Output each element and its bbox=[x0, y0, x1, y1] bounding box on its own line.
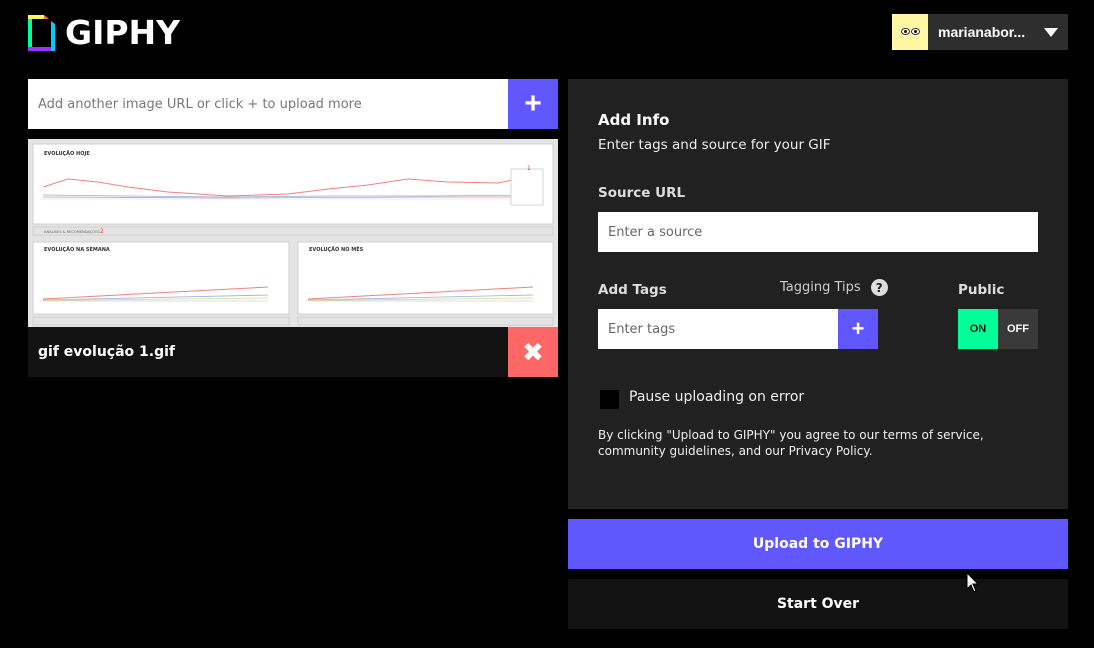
avatar-eye-icon bbox=[911, 28, 920, 35]
public-on-button[interactable]: ON bbox=[958, 309, 998, 349]
add-info-panel: Add Info Enter tags and source for your … bbox=[568, 79, 1068, 509]
pause-uploading-checkbox[interactable] bbox=[600, 390, 619, 409]
username: marianabor... bbox=[938, 24, 1026, 40]
terms-text: By clicking "Upload to GIPHY" you agree … bbox=[598, 428, 984, 458]
public-toggle: ON OFF bbox=[958, 309, 1038, 349]
preview-marker-1: 1 bbox=[527, 165, 531, 172]
help-icon: ? bbox=[870, 279, 888, 296]
pause-uploading-row: Pause uploading on error bbox=[600, 384, 804, 409]
preview-section-label: ANÁLISES & RECOMENDAÇÕES bbox=[44, 229, 100, 234]
add-tags-label: Add Tags bbox=[598, 282, 667, 298]
image-url-input[interactable] bbox=[28, 79, 508, 129]
logo-text: GIPHY bbox=[65, 13, 181, 52]
public-label: Public bbox=[958, 282, 1005, 298]
giphy-logo-icon bbox=[28, 15, 55, 51]
preview-week-title: EVOLUÇÃO NA SEMANA bbox=[44, 246, 110, 253]
gif-preview-image: EVOLUÇÃO HOJE 1 ANÁLISES & RECOMENDAÇÕES… bbox=[28, 139, 558, 327]
gif-footer: gif evolução 1.gif ✖ bbox=[28, 327, 558, 377]
source-url-input[interactable] bbox=[598, 212, 1038, 252]
add-info-title: Add Info bbox=[598, 111, 670, 129]
plus-icon: + bbox=[851, 316, 865, 341]
tagging-tips-label: Tagging Tips bbox=[780, 280, 861, 295]
upload-to-giphy-button[interactable]: Upload to GIPHY bbox=[568, 519, 1068, 569]
mouse-cursor-icon bbox=[966, 572, 980, 593]
gif-file-name: gif evolução 1.gif bbox=[38, 344, 175, 360]
preview-top-title: EVOLUÇÃO HOJE bbox=[44, 150, 90, 157]
url-upload-row: + bbox=[28, 79, 558, 129]
gif-card: EVOLUÇÃO HOJE 1 ANÁLISES & RECOMENDAÇÕES… bbox=[28, 139, 558, 377]
avatar bbox=[892, 14, 928, 50]
source-url-label: Source URL bbox=[598, 185, 686, 201]
preview-marker-2: 2 bbox=[100, 228, 104, 235]
giphy-logo[interactable]: GIPHY bbox=[28, 15, 180, 51]
add-image-button[interactable]: + bbox=[508, 79, 558, 129]
tagging-tips-link[interactable]: Tagging Tips ? bbox=[780, 279, 888, 296]
pause-uploading-label: Pause uploading on error bbox=[629, 388, 805, 405]
start-over-button[interactable]: Start Over bbox=[568, 579, 1068, 629]
add-info-subtitle: Enter tags and source for your GIF bbox=[598, 137, 831, 153]
close-icon: ✖ bbox=[522, 336, 544, 367]
chevron-down-icon[interactable] bbox=[1044, 27, 1058, 37]
preview-month-title: EVOLUÇÃO NO MÊS bbox=[309, 245, 364, 253]
tags-input[interactable] bbox=[598, 309, 838, 349]
public-off-button[interactable]: OFF bbox=[998, 309, 1038, 349]
add-tag-button[interactable]: + bbox=[838, 309, 878, 349]
remove-gif-button[interactable]: ✖ bbox=[508, 327, 558, 377]
user-menu[interactable]: marianabor... bbox=[892, 14, 1068, 50]
plus-icon: + bbox=[524, 87, 542, 120]
avatar-eye-icon bbox=[901, 28, 910, 35]
